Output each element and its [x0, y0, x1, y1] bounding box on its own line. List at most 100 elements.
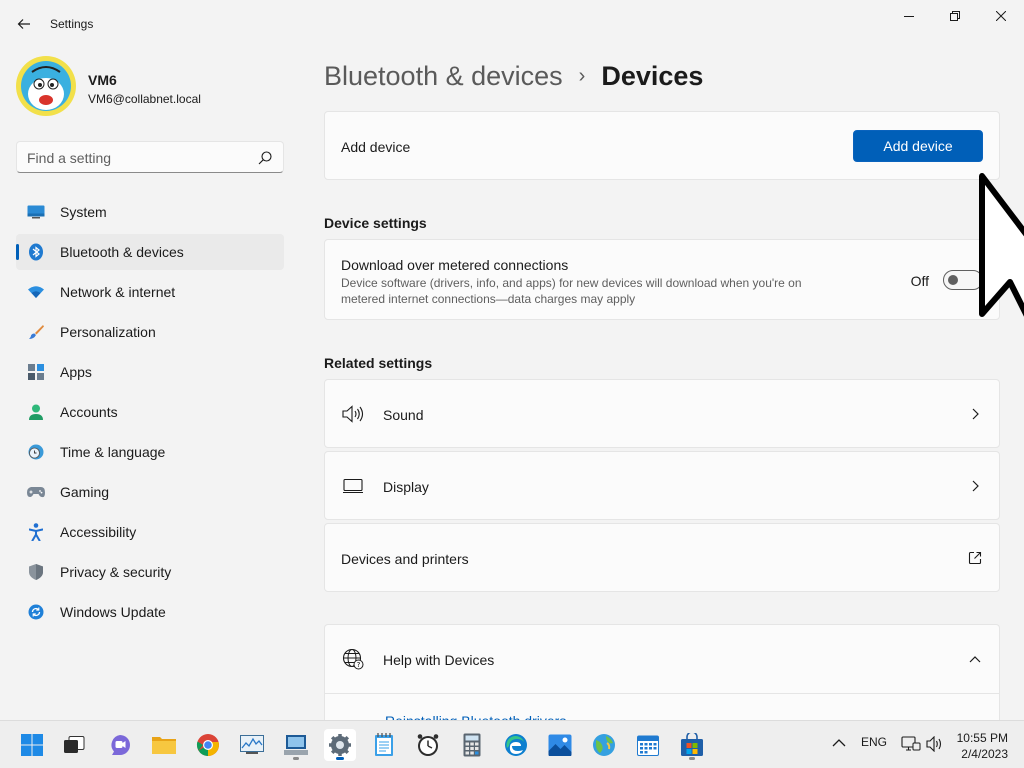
help-card: ? Help with Devices Reinstalling Bluetoo… [324, 624, 1000, 734]
shield-icon [26, 562, 46, 582]
system-icon [26, 202, 46, 222]
maps-icon [593, 734, 615, 756]
back-button[interactable] [12, 10, 36, 38]
sidebar-item-label: Network & internet [60, 284, 176, 300]
sidebar-item-apps[interactable]: Apps [16, 354, 284, 390]
avatar-image [17, 57, 75, 115]
sidebar-item-gaming[interactable]: Gaming [16, 474, 284, 510]
edge-button[interactable] [500, 729, 532, 761]
restore-button[interactable] [932, 0, 978, 32]
metered-toggle[interactable] [943, 270, 983, 290]
file-explorer-button[interactable] [148, 729, 180, 761]
notepad-button[interactable] [368, 729, 400, 761]
file-explorer-icon [152, 737, 176, 754]
accessibility-icon [26, 522, 46, 542]
sidebar-item-label: Windows Update [60, 604, 166, 620]
sidebar-item-label: Gaming [60, 484, 110, 500]
maps-button[interactable] [588, 729, 620, 761]
performance-monitor-icon [240, 735, 264, 754]
sidebar-item-label: Time & language [60, 444, 166, 460]
sidebar-item-label: System [60, 204, 107, 220]
profile-name: VM6 [88, 72, 117, 88]
sidebar-item-network[interactable]: Network & internet [16, 274, 284, 310]
clock-time: 10:55 PM [956, 731, 1008, 745]
sidebar-item-privacy-security[interactable]: Privacy & security [16, 554, 284, 590]
breadcrumb-parent[interactable]: Bluetooth & devices [324, 61, 563, 92]
notepad-icon [375, 733, 393, 756]
user-profile[interactable]: VM6 VM6@collabnet.local [16, 56, 276, 118]
add-device-label: Add device [341, 139, 411, 155]
add-device-card: Add device Add device [324, 111, 1000, 180]
search-input[interactable] [27, 148, 247, 168]
performance-monitor-button[interactable] [236, 729, 268, 761]
sidebar-item-label: Accounts [60, 404, 118, 420]
task-view-button[interactable] [58, 729, 90, 761]
globe-help-icon: ? [341, 647, 365, 671]
sidebar-item-windows-update[interactable]: Windows Update [16, 594, 284, 630]
svg-text:?: ? [357, 661, 361, 669]
chrome-button[interactable] [192, 729, 224, 761]
clock-icon [417, 734, 439, 756]
network-tray-icon[interactable] [901, 736, 921, 755]
related-item-label: Sound [383, 407, 424, 423]
sidebar-item-bluetooth[interactable]: Bluetooth & devices [16, 234, 284, 270]
related-item-display[interactable]: Display [324, 451, 1000, 520]
related-item-sound[interactable]: Sound [324, 379, 1000, 448]
sidebar-item-label: Personalization [60, 324, 156, 340]
sidebar-item-time-language[interactable]: Time & language [16, 434, 284, 470]
profile-email: VM6@collabnet.local [88, 92, 201, 106]
remote-desktop-icon [284, 735, 308, 755]
calendar-button[interactable] [632, 729, 664, 761]
sidebar-item-personalization[interactable]: Personalization [16, 314, 284, 350]
chevron-up-icon[interactable] [967, 651, 983, 667]
page-title: Devices [601, 60, 704, 91]
running-indicator [293, 757, 299, 760]
clock-app-button[interactable] [412, 729, 444, 761]
title-bar: Settings [0, 0, 1024, 48]
sidebar-item-label: Bluetooth & devices [60, 244, 184, 260]
language-indicator[interactable]: ENG [861, 735, 887, 749]
teams-chat-icon [111, 735, 130, 755]
photos-button[interactable] [544, 729, 576, 761]
add-device-button[interactable]: Add device [853, 130, 983, 162]
chevron-right-icon [967, 478, 983, 494]
close-button[interactable] [978, 0, 1024, 32]
taskbar: ENG 10:55 PM 2/4/2023 [0, 720, 1024, 768]
edge-icon [505, 734, 527, 756]
back-arrow-icon [17, 19, 30, 29]
store-button[interactable] [676, 729, 708, 761]
related-item-devices-printers[interactable]: Devices and printers [324, 523, 1000, 592]
related-item-label: Display [383, 479, 429, 495]
related-settings-heading: Related settings [324, 355, 433, 371]
volume-tray-icon[interactable] [926, 735, 944, 755]
speaker-icon [926, 735, 942, 753]
calculator-icon [463, 733, 481, 757]
taskbar-clock[interactable]: 10:55 PM 2/4/2023 [957, 730, 1008, 762]
sidebar-nav: System Bluetooth & devices Network & int… [16, 194, 284, 634]
start-icon [21, 734, 43, 756]
settings-taskbar-button[interactable] [324, 729, 356, 761]
time-language-icon [26, 442, 46, 462]
ethernet-icon [901, 736, 921, 751]
brush-icon [26, 322, 46, 342]
search-icon[interactable] [257, 150, 273, 166]
metered-description: Device software (drivers, info, and apps… [341, 276, 802, 306]
toggle-knob [948, 275, 958, 285]
related-item-label: Devices and printers [341, 551, 469, 567]
remote-desktop-button[interactable] [280, 729, 312, 761]
calculator-button[interactable] [456, 729, 488, 761]
sidebar-item-accounts[interactable]: Accounts [16, 394, 284, 430]
close-icon [996, 11, 1006, 21]
sidebar-item-system[interactable]: System [16, 194, 284, 230]
start-button[interactable] [16, 729, 48, 761]
sidebar-item-accessibility[interactable]: Accessibility [16, 514, 284, 550]
sidebar-item-label: Apps [60, 364, 92, 380]
search-box[interactable] [16, 141, 284, 173]
breadcrumb-separator: › [578, 64, 586, 87]
minimize-icon [904, 16, 914, 17]
show-hidden-icons-button[interactable] [832, 737, 846, 751]
minimize-button[interactable] [886, 0, 932, 32]
speaker-icon [341, 402, 365, 426]
help-divider [325, 693, 999, 694]
teams-chat-button[interactable] [104, 729, 136, 761]
